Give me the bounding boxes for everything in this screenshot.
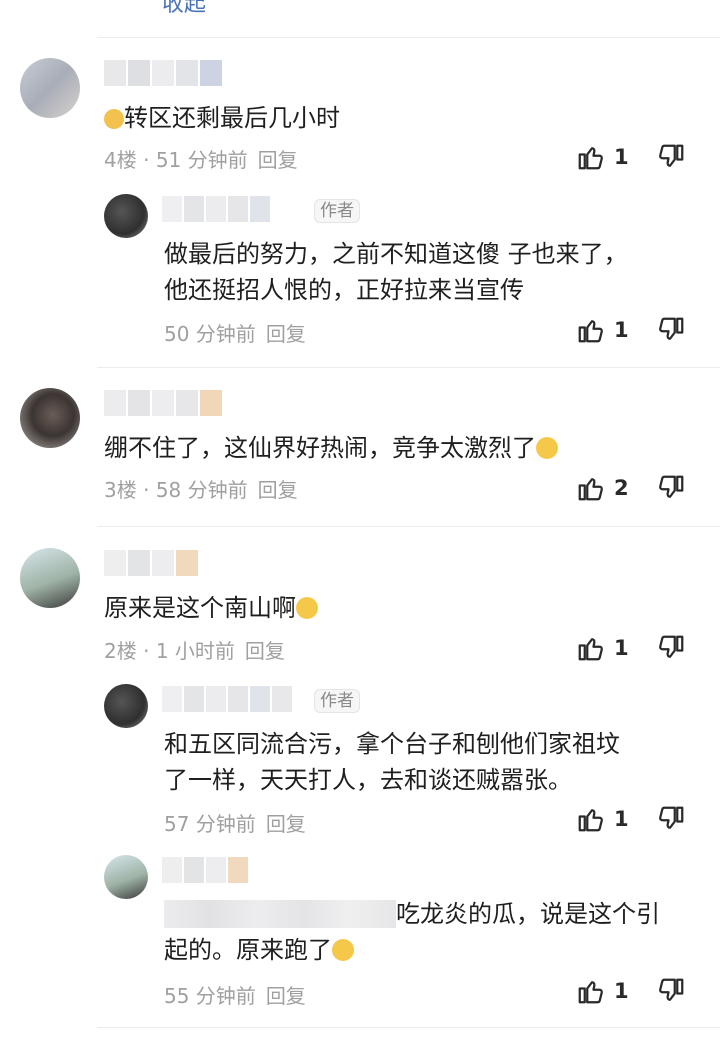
thumbs-down-icon [659,806,684,829]
thumbs-down-icon [659,475,684,498]
avatar[interactable] [20,388,80,448]
thumbs-down-icon [659,144,684,167]
comment-text: 转区还剩最后几小时 [104,100,340,136]
reply-text: 做最后的努力，之前不知道这傻 子也来了， 他还挺招人恨的，正好拉来当宣传 [164,240,628,304]
reply-button[interactable]: 回复 [266,812,306,836]
thumbs-down-icon [659,317,684,340]
timestamp: 1 小时前 [155,639,235,663]
username-blurred[interactable] [104,60,224,86]
like-button[interactable]: 2 [576,473,629,503]
username-blurred[interactable] [104,550,200,576]
floor-number: 2楼 [104,639,137,663]
reply-meta: 55 分钟前 回复 [164,980,306,1009]
timestamp: 50 分钟前 [164,322,256,346]
avatar[interactable] [20,58,80,118]
timestamp: 55 分钟前 [164,984,256,1008]
dislike-button[interactable] [656,142,686,176]
dislike-button[interactable] [656,804,686,838]
username-blurred[interactable] [162,857,250,883]
emoji-icon [332,939,354,961]
like-button[interactable]: 1 [576,976,629,1006]
comment-meta: 4楼 · 51 分钟前 回复 [104,148,298,172]
avatar[interactable] [20,548,80,608]
like-count: 1 [614,807,629,831]
thumbs-up-icon [578,638,603,661]
divider [97,37,720,38]
avatar[interactable] [104,194,148,238]
dislike-button[interactable] [656,473,686,507]
like-button[interactable]: 1 [576,804,629,834]
timestamp: 58 分钟前 [155,478,248,502]
thumbs-up-icon [578,147,603,170]
thumbs-down-icon [659,978,684,1001]
crying-emoji-icon [536,437,558,459]
floor-number: 4楼 [104,148,137,172]
dislike-button[interactable] [656,315,686,349]
like-button[interactable]: 1 [576,142,629,172]
reply-text: 和五区同流合污，拿个台子和刨他们家祖坟 了一样，天天打人，去和谈还贼嚣张。 [164,730,620,794]
timestamp: 57 分钟前 [164,812,256,836]
reply-button[interactable]: 回复 [245,639,285,663]
comment-text: 原来是这个南山啊 [104,590,318,626]
reply-button[interactable]: 回复 [266,984,306,1008]
username-blurred[interactable] [104,390,224,416]
username-blurred[interactable] [162,686,294,712]
reply-button[interactable]: 回复 [266,322,306,346]
divider [97,1027,720,1028]
like-button[interactable]: 1 [576,315,629,345]
like-count: 1 [614,318,629,342]
comment-meta: 2楼 · 1 小时前 回复 [104,639,285,663]
reply-button[interactable]: 回复 [258,478,298,502]
mention-blurred[interactable] [164,900,396,928]
thumbs-up-icon [578,809,603,832]
dislike-button[interactable] [656,976,686,1010]
like-count: 1 [614,145,629,169]
like-count: 2 [614,476,629,500]
collapse-link[interactable]: 收起 [162,0,206,18]
dislike-button[interactable] [656,633,686,667]
avatar[interactable] [104,684,148,728]
author-tag: 作者 [314,199,360,223]
thumbs-up-icon [578,478,603,501]
author-tag: 作者 [314,689,360,713]
divider [97,526,720,527]
thumbs-up-icon [578,320,603,343]
like-button[interactable]: 1 [576,633,629,663]
reply-button[interactable]: 回复 [258,148,298,172]
reply-meta: 57 分钟前 回复 [164,808,306,837]
emoji-icon [296,597,318,619]
reply-meta: 50 分钟前 回复 [164,318,306,347]
comment-meta: 3楼 · 58 分钟前 回复 [104,478,298,502]
username-blurred[interactable] [162,196,272,222]
comment-text: 绷不住了，这仙界好热闹，竞争太激烈了 [104,430,558,466]
like-count: 1 [614,636,629,660]
emoji-icon [104,109,124,129]
divider [97,367,720,368]
thumbs-down-icon [659,635,684,658]
floor-number: 3楼 [104,478,137,502]
timestamp: 51 分钟前 [155,148,248,172]
like-count: 1 [614,979,629,1003]
reply-text: 吃龙炎的瓜，说是这个引 起的。原来跑了 [164,900,660,964]
thumbs-up-icon [578,981,603,1004]
avatar[interactable] [104,855,148,899]
